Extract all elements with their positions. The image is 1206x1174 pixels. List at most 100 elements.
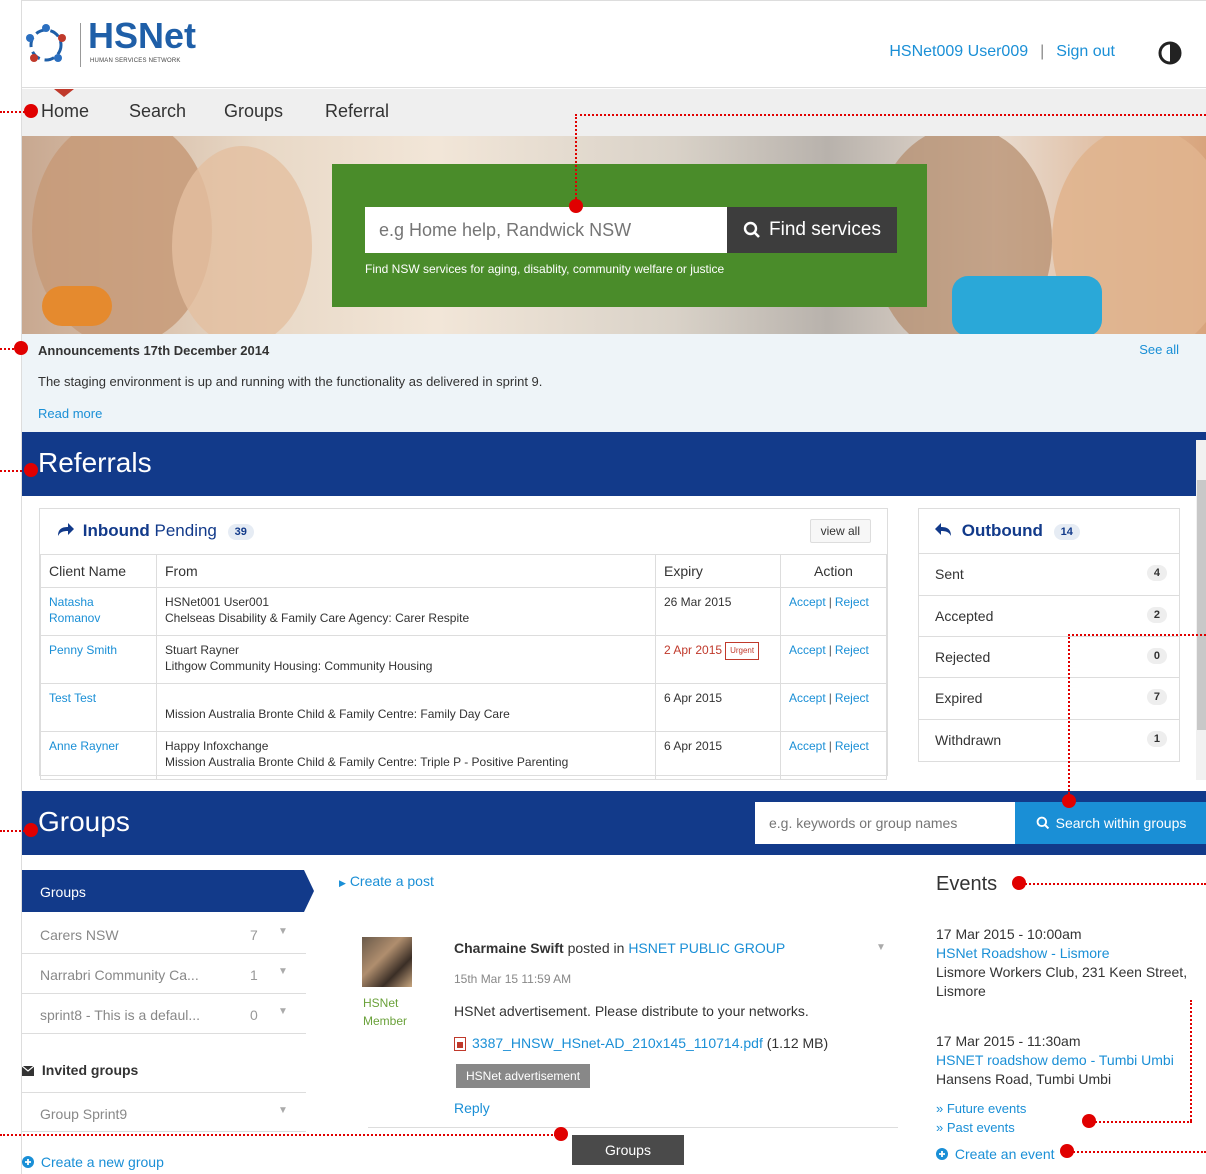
find-services-input[interactable]: [365, 207, 727, 253]
referral-from-service: Lithgow Community Housing: Community Hou…: [165, 659, 433, 673]
member-role-line2: Member: [363, 1014, 408, 1028]
reject-link[interactable]: Reject: [835, 643, 869, 657]
event-title-link[interactable]: HSNet Roadshow - Lismore: [936, 944, 1187, 963]
attachment-link[interactable]: 3387_HNSW_HSnet-AD_210x145_110714.pdf: [472, 1035, 763, 1051]
nav-search[interactable]: Search: [129, 101, 186, 122]
hsnet-logo[interactable]: HSNet HUMAN SERVICES NETWORK: [22, 15, 222, 75]
announcement-read-more-link[interactable]: Read more: [38, 406, 102, 421]
user-separator: |: [1040, 43, 1045, 60]
invited-groups-heading: Invited groups: [21, 1062, 138, 1078]
nav-home[interactable]: Home: [41, 101, 89, 122]
accept-link[interactable]: Accept: [789, 643, 826, 657]
callout-marker-announcements: [14, 341, 28, 355]
past-events-link[interactable]: » Past events: [936, 1120, 1015, 1135]
table-row: Penny Smith Stuart Rayner Lithgow Communi…: [40, 635, 887, 684]
accept-link[interactable]: Accept: [789, 691, 826, 705]
nav-groups[interactable]: Groups: [224, 101, 283, 122]
client-name-link[interactable]: Anne Rayner: [49, 739, 119, 753]
group-list-item[interactable]: Narrabri Community Ca... 1 ▼: [22, 954, 306, 994]
find-services-button[interactable]: Find services: [727, 207, 897, 253]
search-within-groups-button[interactable]: Search within groups: [1015, 802, 1206, 844]
reply-arrow-icon: [935, 523, 951, 536]
vertical-scrollbar[interactable]: [1196, 440, 1206, 780]
client-name-link[interactable]: Natasha Romanov: [49, 595, 100, 625]
create-post-link[interactable]: ▶ Create a post: [339, 873, 434, 889]
referral-from-service: Chelseas Disability & Family Care Agency…: [165, 611, 470, 625]
outbound-row-count: 1: [1146, 731, 1167, 747]
reply-link[interactable]: Reply: [454, 1100, 490, 1116]
find-services-label: Find services: [769, 219, 881, 240]
callout-line: [1068, 634, 1070, 794]
post-posted-in: posted in: [567, 940, 625, 956]
contrast-icon[interactable]: [1158, 41, 1182, 65]
site-header: HSNet HUMAN SERVICES NETWORK HSNet009 Us…: [22, 0, 1206, 88]
member-role-line1: HSNet: [363, 996, 399, 1010]
group-name: Carers NSW: [40, 927, 119, 943]
logo-title: HSNet: [88, 15, 197, 56]
post-header: Charmaine Swift posted in HSNET PUBLIC G…: [454, 940, 785, 956]
callout-line: [575, 114, 1206, 116]
group-search-input[interactable]: [755, 802, 1038, 844]
post-tag[interactable]: HSNet advertisement: [456, 1064, 591, 1088]
reject-link[interactable]: Reject: [835, 595, 869, 609]
outbound-row-sent[interactable]: Sent 4: [919, 553, 1179, 594]
nav-referral[interactable]: Referral: [325, 101, 389, 122]
chevron-down-icon[interactable]: ▼: [278, 926, 288, 937]
post-divider: [368, 1127, 898, 1128]
callout-line: [575, 114, 577, 206]
invited-group-item[interactable]: Group Sprint9 ▼: [22, 1092, 306, 1132]
group-count: 7: [250, 927, 258, 943]
post-author[interactable]: Charmaine Swift: [454, 940, 564, 956]
create-post-label: Create a post: [349, 873, 434, 889]
attachment-size: (1.12 MB): [766, 1035, 829, 1051]
create-event-link[interactable]: Create an event: [936, 1146, 1055, 1162]
accept-link[interactable]: Accept: [789, 595, 826, 609]
group-list-item[interactable]: Carers NSW 7 ▼: [22, 914, 306, 954]
post-options-chevron-icon[interactable]: ▼: [876, 942, 886, 953]
event-item: 17 Mar 2015 - 10:00am HSNet Roadshow - L…: [936, 925, 1187, 1001]
avatar[interactable]: [362, 937, 412, 987]
reject-link[interactable]: Reject: [835, 691, 869, 705]
referral-from-sender: HSNet001 User001: [165, 595, 270, 609]
outbound-row-rejected[interactable]: Rejected 0: [919, 636, 1179, 677]
create-new-group-link[interactable]: Create a new group: [22, 1154, 164, 1170]
column-expiry[interactable]: Expiry: [655, 554, 781, 588]
create-new-group-label: Create a new group: [40, 1154, 164, 1170]
announcements-see-all-link[interactable]: See all: [1139, 342, 1179, 357]
column-from[interactable]: From: [156, 554, 656, 588]
inbound-title: Inbound Pending 39: [56, 521, 254, 541]
chevron-down-icon[interactable]: ▼: [278, 966, 288, 977]
event-title-link[interactable]: HSNET roadshow demo - Tumbi Umbi: [936, 1051, 1174, 1070]
column-client-name[interactable]: Client Name: [40, 554, 157, 588]
outbound-row-expired[interactable]: Expired 7: [919, 677, 1179, 718]
client-name-link[interactable]: Test Test: [49, 691, 96, 705]
accept-link[interactable]: Accept: [789, 739, 826, 753]
chevron-down-icon[interactable]: ▼: [278, 1006, 288, 1017]
forward-arrow-icon: [58, 523, 74, 536]
client-name-link[interactable]: Penny Smith: [49, 643, 117, 657]
groups-sidebar-header[interactable]: Groups: [22, 870, 314, 912]
sign-out-link[interactable]: Sign out: [1056, 43, 1115, 60]
post-date: 15th Mar 15 11:59 AM: [454, 972, 572, 986]
scrollbar-thumb[interactable]: [1197, 480, 1206, 730]
search-within-groups-label: Search within groups: [1055, 815, 1187, 831]
outbound-row-accepted[interactable]: Accepted 2: [919, 595, 1179, 636]
chevron-down-icon[interactable]: ▼: [278, 1105, 288, 1116]
user-name-link[interactable]: HSNet009 User009: [889, 43, 1028, 60]
reject-link[interactable]: Reject: [835, 739, 869, 753]
find-services-help: Find NSW services for aging, disablity, …: [365, 262, 725, 276]
table-header-row: Client Name From Expiry Action: [40, 554, 887, 588]
view-all-inbound-button[interactable]: view all: [809, 519, 871, 543]
post-attachment: 3387_HNSW_HSnet-AD_210x145_110714.pdf (1…: [454, 1035, 829, 1052]
referral-expiry: 6 Apr 2015: [655, 683, 781, 732]
inbound-count-badge: 39: [227, 523, 254, 540]
outbound-row-withdrawn[interactable]: Withdrawn 1: [919, 719, 1179, 760]
future-events-link[interactable]: » Future events: [936, 1101, 1026, 1116]
inbound-referrals-panel: Inbound Pending 39 view all Client Name …: [39, 508, 888, 780]
groups-button[interactable]: Groups: [572, 1135, 684, 1165]
create-event-label: Create an event: [954, 1146, 1055, 1162]
post-group-link[interactable]: HSNET PUBLIC GROUP: [628, 940, 785, 956]
callout-marker-groups-button: [554, 1127, 568, 1141]
active-nav-indicator: [54, 89, 74, 97]
group-list-item[interactable]: sprint8 - This is a defaul... 0 ▼: [22, 994, 306, 1034]
